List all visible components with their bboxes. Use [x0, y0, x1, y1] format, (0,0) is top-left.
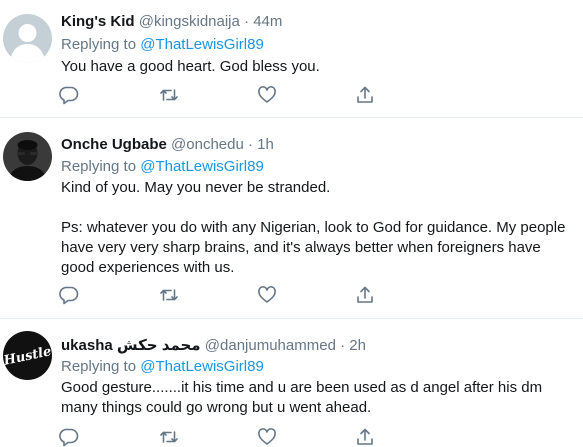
mention-link[interactable]: @ThatLewisGirl89 — [140, 158, 264, 175]
tweet-paragraph: Good gesture.......it his time and u are… — [61, 379, 543, 416]
tweet-paragraph: Kind of you. May you never be stranded. — [61, 179, 331, 196]
retweet-icon — [160, 89, 178, 101]
heart-icon — [258, 86, 276, 103]
replying-to: Replying to @ThatLewisGirl89 — [61, 357, 264, 377]
reply-icon — [59, 428, 79, 447]
heart-icon — [258, 428, 276, 445]
replying-to-label: Replying to — [61, 358, 137, 375]
reply-feed: King's Kid @kingskidnaija · 44m Replying… — [0, 0, 583, 447]
timestamp[interactable]: 2h — [349, 337, 366, 354]
reply-icon — [59, 86, 79, 105]
share-icon — [357, 286, 373, 303]
retweet-button[interactable] — [159, 85, 179, 105]
timestamp[interactable]: 44m — [253, 13, 282, 30]
display-name[interactable]: King's Kid — [61, 13, 135, 30]
tweet-text: Good gesture.......it his time and u are… — [61, 378, 573, 418]
retweet-icon — [160, 431, 178, 443]
tweet-text: You have a good heart. God bless you. — [61, 57, 573, 77]
retweet-icon — [160, 289, 178, 301]
tweet-paragraph: Ps: whatever you do with any Nigerian, l… — [61, 219, 566, 276]
avatar[interactable] — [3, 14, 52, 63]
user-handle[interactable]: @onchedu — [171, 136, 244, 153]
tweet-paragraph: You have a good heart. God bless you. — [61, 58, 320, 75]
reply-button[interactable] — [59, 427, 79, 447]
reply-button[interactable] — [59, 85, 79, 105]
avatar[interactable] — [3, 132, 52, 181]
mention-link[interactable]: @ThatLewisGirl89 — [140, 36, 264, 53]
tweet-actions — [59, 85, 401, 105]
tweet[interactable]: King's Kid @kingskidnaija · 44m Replying… — [0, 0, 583, 118]
reply-icon — [59, 286, 79, 305]
share-button[interactable] — [355, 285, 375, 305]
replying-to: Replying to @ThatLewisGirl89 — [61, 35, 264, 55]
like-button[interactable] — [257, 85, 277, 105]
tweet-actions — [59, 427, 401, 447]
reply-button[interactable] — [59, 285, 79, 305]
like-button[interactable] — [257, 285, 277, 305]
separator-dot: · — [340, 337, 346, 354]
retweet-button[interactable] — [159, 427, 179, 447]
tweet[interactable]: Hustle ukasha محمد حكش @danjumuhammed · … — [0, 319, 583, 447]
mention-link[interactable]: @ThatLewisGirl89 — [140, 358, 264, 375]
user-handle[interactable]: @danjumuhammed — [205, 337, 336, 354]
display-name[interactable]: Onche Ugbabe — [61, 136, 167, 153]
display-name[interactable]: ukasha محمد حكش — [61, 337, 201, 354]
separator-dot: · — [247, 136, 253, 153]
separator-dot: · — [244, 13, 250, 30]
share-icon — [357, 428, 373, 445]
heart-icon — [258, 286, 276, 303]
avatar[interactable]: Hustle — [3, 331, 52, 380]
replying-to: Replying to @ThatLewisGirl89 — [61, 157, 264, 177]
retweet-button[interactable] — [159, 285, 179, 305]
tweet[interactable]: Onche Ugbabe @onchedu · 1h Replying to @… — [0, 118, 583, 319]
replying-to-label: Replying to — [61, 36, 137, 53]
share-button[interactable] — [355, 85, 375, 105]
tweet-actions — [59, 285, 401, 305]
share-icon — [357, 86, 373, 103]
timestamp[interactable]: 1h — [257, 136, 274, 153]
share-button[interactable] — [355, 427, 375, 447]
tweet-text: Kind of you. May you never be stranded. … — [61, 178, 573, 278]
user-handle[interactable]: @kingskidnaija — [139, 13, 240, 30]
like-button[interactable] — [257, 427, 277, 447]
replying-to-label: Replying to — [61, 158, 137, 175]
